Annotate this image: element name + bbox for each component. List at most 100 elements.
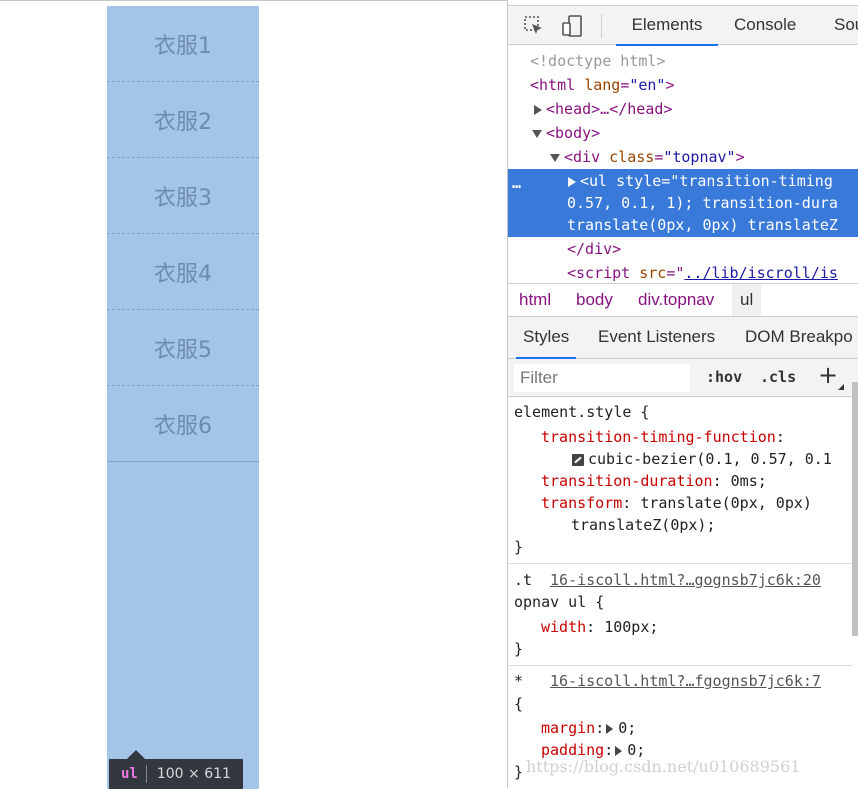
head-tag: <head>…</head>: [546, 100, 673, 118]
ul-text: 0.57, 0.1, 1); transition-dura: [567, 194, 838, 212]
nav-item[interactable]: 衣服6: [107, 386, 259, 462]
tab-event-listeners[interactable]: Event Listeners: [598, 317, 715, 357]
property-name[interactable]: transition-duration: [541, 472, 713, 490]
dom-ul-line: translate(0px, 0px) translateZ: [567, 213, 858, 237]
doctype-text: <!doctype html>: [530, 52, 666, 70]
div-close-tag: </div>: [567, 240, 622, 258]
nav-item[interactable]: 衣服1: [107, 6, 259, 82]
collapse-triangle-icon[interactable]: [532, 129, 542, 138]
rule-close: }: [514, 763, 524, 781]
breadcrumb: html body div.topnav ul: [508, 283, 858, 317]
crumb-ul[interactable]: ul: [732, 284, 762, 316]
source-link[interactable]: 16-iscoll.html?…gognsb7jc6k:20: [550, 571, 821, 589]
nav-item[interactable]: 衣服5: [107, 310, 259, 386]
dom-tree: <!doctype html> <html lang="en"> <head>……: [508, 45, 858, 283]
tab-sources[interactable]: Sou: [834, 6, 858, 44]
dom-body[interactable]: <body>: [532, 121, 858, 145]
dom-doctype[interactable]: <!doctype html>: [530, 49, 858, 73]
styles-filter-input[interactable]: [514, 364, 690, 392]
attr-value: "en": [629, 76, 666, 94]
tab-console[interactable]: Console: [734, 6, 796, 44]
crumb-body[interactable]: body: [576, 284, 613, 316]
page-viewport: 衣服1 衣服2 衣服3 衣服4 衣服5 衣服6 ul 100 × 611: [0, 0, 507, 789]
attr-value: "topnav": [663, 148, 736, 166]
property-name[interactable]: margin: [541, 719, 595, 737]
style-property[interactable]: transition-duration: 0ms;: [541, 470, 767, 492]
property-name[interactable]: transform: [541, 494, 622, 512]
expand-shorthand-icon[interactable]: [615, 745, 623, 756]
tag-close: >: [665, 76, 675, 94]
rule-close: }: [514, 538, 524, 556]
rule-open: {: [514, 695, 524, 713]
property-value[interactable]: 0ms;: [731, 472, 767, 490]
nav-item[interactable]: 衣服4: [107, 234, 259, 310]
attr-name: class: [609, 148, 655, 166]
new-style-rule-icon[interactable]: +: [818, 361, 838, 389]
source-link[interactable]: 16-iscoll.html?…fgognsb7jc6k:7: [550, 672, 821, 690]
rule-selector[interactable]: element.style {: [514, 401, 649, 423]
style-property[interactable]: transform: translate(0px, 0px): [541, 492, 812, 514]
property-name[interactable]: transition-timing-function: [541, 428, 776, 446]
tab-styles[interactable]: Styles: [516, 317, 577, 359]
tab-dom-breakpoints[interactable]: DOM Breakpo: [745, 317, 853, 357]
dom-div-close[interactable]: </div>: [567, 237, 858, 261]
expand-triangle-icon[interactable]: [568, 176, 576, 187]
rule-selector[interactable]: *: [514, 670, 523, 692]
cls-toggle-button[interactable]: .cls: [760, 368, 796, 386]
rule-divider: [508, 665, 853, 666]
dom-head[interactable]: <head>…</head>: [534, 97, 858, 121]
inspect-element-icon[interactable]: [522, 14, 546, 38]
ul-text: <ul style="transition-timing: [580, 172, 833, 190]
property-name[interactable]: width: [541, 618, 586, 636]
rule-divider: [508, 563, 853, 564]
topnav-list-highlight: 衣服1 衣服2 衣服3 衣服4 衣服5 衣服6: [107, 6, 259, 789]
more-actions-icon[interactable]: …: [512, 171, 521, 195]
collapse-triangle-icon[interactable]: [550, 153, 560, 162]
devtools-tabbar: Elements Console Sou: [508, 5, 858, 46]
div-tag: <div: [564, 148, 601, 166]
nav-item[interactable]: 衣服3: [107, 158, 259, 234]
rule-source-link[interactable]: 16-iscoll.html?…gognsb7jc6k:20: [550, 569, 821, 591]
bezier-editor-icon[interactable]: [572, 453, 584, 466]
script-tag: <script: [567, 264, 631, 282]
expand-triangle-icon[interactable]: [534, 104, 542, 115]
property-value[interactable]: translate(0px, 0px): [640, 494, 812, 512]
dom-div-topnav[interactable]: <div class="topnav">: [550, 145, 858, 169]
style-property[interactable]: margin: 0;: [541, 717, 636, 739]
script-src-link[interactable]: ../lib/iscroll/is: [684, 264, 838, 282]
tooltip-tag: ul: [121, 766, 138, 782]
style-value[interactable]: cubic-bezier(0.1, 0.57, 0.1: [572, 448, 832, 470]
watermark-text: https://blog.csdn.net/u010689561: [526, 757, 801, 776]
crumb-html[interactable]: html: [519, 284, 551, 316]
html-tag: <html: [530, 76, 576, 94]
style-value[interactable]: translateZ(0px);: [571, 514, 716, 536]
property-value[interactable]: 100px;: [604, 618, 658, 636]
tab-elements[interactable]: Elements: [616, 6, 718, 46]
device-toolbar-icon[interactable]: [560, 14, 584, 38]
rule-selector[interactable]: opnav ul {: [514, 591, 604, 613]
styles-scrollbar[interactable]: [852, 382, 858, 636]
plus-menu-corner-icon[interactable]: [838, 384, 844, 390]
expand-shorthand-icon[interactable]: [606, 723, 614, 734]
styles-pane: element.style { transition-timing-functi…: [508, 397, 853, 788]
tooltip-size: 100 × 611: [156, 766, 231, 782]
rule-source-link[interactable]: 16-iscoll.html?…fgognsb7jc6k:7: [550, 670, 821, 692]
hov-toggle-button[interactable]: :hov: [706, 368, 742, 386]
styles-filter-row: :hov .cls +: [508, 359, 858, 397]
styles-tabbar: Styles Event Listeners DOM Breakpo: [508, 317, 858, 359]
dom-script[interactable]: <script src="../lib/iscroll/is: [567, 261, 858, 283]
attr-name: lang: [584, 76, 621, 94]
body-tag: <body>: [546, 124, 601, 142]
property-value[interactable]: 0;: [618, 719, 636, 737]
dom-ul-line: 0.57, 0.1, 1); transition-dura: [567, 191, 858, 215]
crumb-div-topnav[interactable]: div.topnav: [638, 284, 714, 316]
style-property[interactable]: width: 100px;: [541, 616, 658, 638]
rule-selector[interactable]: .t: [514, 569, 532, 591]
rule-close: }: [514, 640, 524, 658]
dom-ul-selected[interactable]: … <ul style="transition-timing 0.57, 0.1…: [508, 169, 858, 237]
property-value[interactable]: cubic-bezier(0.1, 0.57, 0.1: [588, 450, 832, 468]
style-property[interactable]: transition-timing-function:: [541, 426, 785, 448]
devtools-panel: Elements Console Sou <!doctype html> <ht…: [507, 0, 858, 788]
dom-html[interactable]: <html lang="en">: [530, 73, 858, 97]
nav-item[interactable]: 衣服2: [107, 82, 259, 158]
